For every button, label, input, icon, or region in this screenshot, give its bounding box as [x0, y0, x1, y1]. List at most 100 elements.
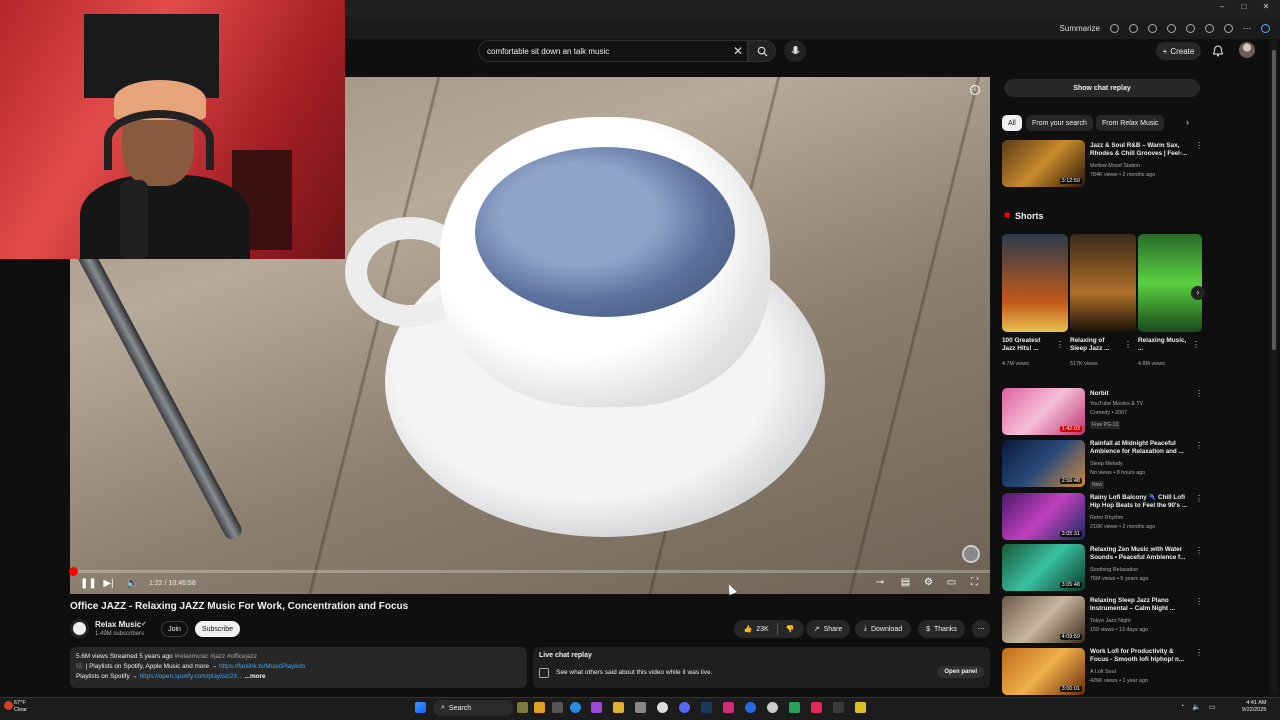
thumbs-down-icon[interactable]: 👎 [786, 625, 795, 633]
search-input[interactable]: comfortable sit down an talk music [478, 40, 748, 62]
copilot-icon[interactable] [1261, 23, 1270, 33]
scrollbar-thumb[interactable] [1272, 50, 1276, 350]
playlist-link[interactable]: https://fanlink.tv/MusicPlaylists [219, 663, 305, 670]
video-channel[interactable]: A Lofi Soul [1090, 669, 1200, 677]
short-title[interactable]: Relaxing Music, ... [1138, 337, 1188, 353]
settings-gear-icon[interactable]: ⚙ [923, 577, 934, 588]
chip-from-relax-music[interactable]: From Relax Music [1096, 115, 1165, 131]
app-icon[interactable] [745, 702, 756, 713]
task-view-icon[interactable] [552, 702, 563, 713]
short-title[interactable]: Relaxing of Sleep Jazz ... [1070, 337, 1120, 353]
voice-search-button[interactable] [784, 40, 806, 62]
maximize-icon[interactable]: □ [1240, 3, 1248, 11]
more-link[interactable]: ...more [245, 673, 266, 680]
more-options-icon[interactable]: ⋮ [1195, 597, 1203, 606]
channel-avatar[interactable] [70, 619, 89, 638]
video-title-link[interactable]: Jazz & Soul R&B – Warm Sax, Rhodes & Chi… [1090, 142, 1192, 158]
short-thumbnail[interactable] [1138, 234, 1202, 332]
pause-icon[interactable]: ❚❚ [80, 578, 97, 589]
video-thumbnail[interactable]: 1:42:03 [1002, 388, 1085, 435]
theater-mode-icon[interactable]: ▭ [946, 577, 957, 588]
notifications-bell-icon[interactable] [1211, 44, 1225, 58]
chrome-icon[interactable] [657, 702, 668, 713]
open-panel-button[interactable]: Open panel [937, 666, 984, 678]
discord-icon[interactable] [679, 702, 690, 713]
join-button[interactable]: Join [161, 621, 188, 637]
video-title-link[interactable]: Relaxing Sleep Jazz Piano Instrumental –… [1090, 597, 1192, 613]
more-options-icon[interactable]: ⋮ [1195, 648, 1203, 657]
show-chat-replay-button[interactable]: Show chat replay [1004, 79, 1200, 97]
video-channel[interactable]: YouTube Movies & TV [1090, 401, 1200, 409]
channel-name[interactable]: Relax Music [95, 620, 141, 629]
like-button[interactable]: 👍 23K [744, 625, 769, 634]
extension-icon[interactable] [1186, 23, 1195, 33]
more-options-icon[interactable]: ⋮ [1195, 546, 1203, 555]
short-thumbnail[interactable] [1002, 234, 1068, 332]
app-icon[interactable] [789, 702, 800, 713]
profile-icon[interactable] [1224, 23, 1233, 33]
video-channel[interactable]: Tokyo Jazz Night [1090, 618, 1200, 626]
taskbar-clock[interactable]: 4:41 AM 9/22/2025 [1242, 700, 1266, 714]
widgets-icon[interactable] [517, 702, 528, 713]
center-pause-indicator[interactable] [514, 319, 548, 353]
video-title-link[interactable]: Rainy Lofi Balcony 🌂 Chill Lofi Hip Hop … [1090, 494, 1192, 510]
windows-start-icon[interactable] [415, 702, 426, 713]
video-thumbnail[interactable]: 4:09:59 [1002, 596, 1085, 643]
hashtags[interactable]: #relaxmusic #jazz #officejazz [174, 653, 257, 660]
settings-icon[interactable] [767, 702, 778, 713]
spotify-link[interactable]: https://open.spotify.com/playlist/2X... [140, 673, 243, 680]
create-button[interactable]: + Create [1156, 42, 1201, 60]
summarize-button[interactable]: Summarize [1060, 24, 1100, 33]
system-tray[interactable]: ◔ 🔈 ▭ [1180, 703, 1216, 711]
video-thumbnail[interactable]: 3:12:50 [1002, 140, 1085, 187]
extension-icon[interactable] [1167, 23, 1176, 33]
taskbar-search[interactable]: ⌕ Search [433, 700, 513, 716]
video-title-link[interactable]: Relaxing Zen Music with Water Sounds • P… [1090, 546, 1192, 562]
chip-from-your-search[interactable]: From your search [1026, 115, 1093, 131]
weather-widget[interactable]: 67°F Clear [14, 700, 27, 714]
menu-dots-icon[interactable]: ⋯ [1243, 24, 1251, 33]
more-options-icon[interactable]: ⋮ [1195, 494, 1203, 503]
share-button[interactable]: ↗ Share [806, 620, 850, 638]
next-icon[interactable]: ▶| [103, 578, 114, 589]
volume-icon[interactable]: 🔈 [126, 578, 138, 589]
steam-icon[interactable] [701, 702, 712, 713]
account-avatar[interactable] [1239, 42, 1255, 58]
info-icon[interactable]: i [970, 85, 980, 95]
extension-icon[interactable] [1110, 23, 1119, 33]
file-explorer-icon[interactable] [613, 702, 624, 713]
shorts-next-chevron-icon[interactable]: › [1191, 286, 1205, 300]
subscribe-button[interactable]: Subscribe [195, 621, 240, 637]
favorites-icon[interactable] [1205, 23, 1214, 33]
short-thumbnail[interactable] [1070, 234, 1136, 332]
battery-icon[interactable]: ▭ [1209, 703, 1216, 711]
app-icon[interactable] [833, 702, 844, 713]
instagram-icon[interactable] [723, 702, 734, 713]
video-title-link[interactable]: Rainfall at Midnight Peaceful Ambience f… [1090, 440, 1192, 456]
more-options-icon[interactable]: ⋮ [1124, 340, 1132, 349]
video-channel[interactable]: Mellow Mood Station [1090, 163, 1200, 171]
tiktok-icon[interactable] [811, 702, 822, 713]
download-button[interactable]: ⤓ Download [855, 620, 911, 638]
more-options-icon[interactable]: ⋮ [1192, 340, 1200, 349]
more-options-icon[interactable]: ⋮ [1195, 389, 1203, 398]
close-window-icon[interactable]: ✕ [1262, 3, 1270, 11]
store-icon[interactable] [635, 702, 646, 713]
chevron-right-icon[interactable]: › [1186, 117, 1189, 127]
clear-search-icon[interactable]: ✕ [731, 44, 745, 58]
fullscreen-icon[interactable]: ⛶ [969, 577, 980, 588]
wifi-icon[interactable]: ◔ [1180, 703, 1184, 711]
sticky-notes-icon[interactable] [855, 702, 866, 713]
autoplay-toggle-icon[interactable]: ⊸ [872, 577, 888, 588]
edge-icon[interactable] [570, 702, 581, 713]
copilot-icon[interactable] [591, 702, 602, 713]
more-actions-button[interactable]: ⋯ [972, 620, 990, 638]
search-button[interactable] [748, 40, 776, 62]
short-title[interactable]: 100 Greatest Jazz Hits! ... [1002, 337, 1052, 353]
video-title-link[interactable]: Work Lofi for Productivity & Focus - Smo… [1090, 648, 1192, 664]
video-thumbnail[interactable]: 3:05:48 [1002, 544, 1085, 591]
more-options-icon[interactable]: ⋮ [1056, 340, 1064, 349]
description-box[interactable]: 5.6M views Streamed 5 years ago #relaxmu… [70, 647, 527, 688]
star-icon[interactable] [1148, 23, 1157, 33]
thanks-button[interactable]: $ Thanks [918, 620, 965, 638]
